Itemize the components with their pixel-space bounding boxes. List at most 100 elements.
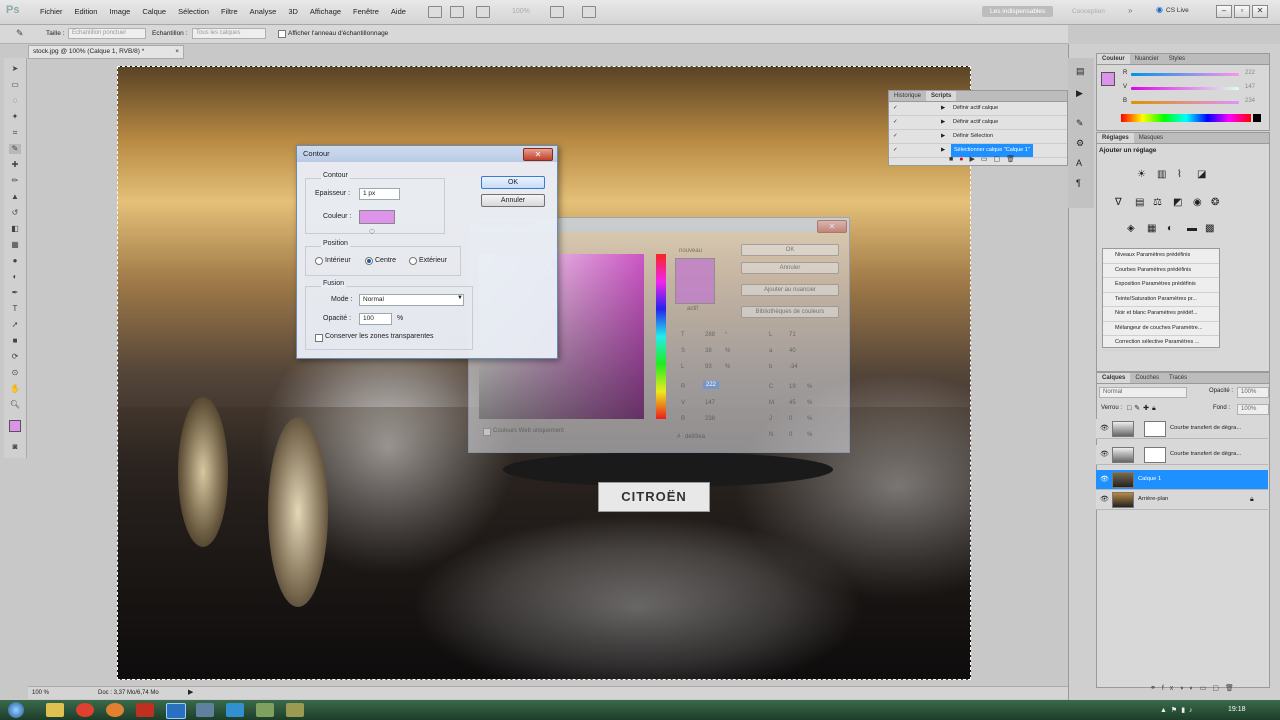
hue-saturation-icon[interactable]: ▤ — [1135, 197, 1144, 208]
layer-row[interactable]: 👁︎ Courbe transfert de dégra... — [1096, 419, 1268, 439]
black-white-icon[interactable]: ◩ — [1173, 197, 1182, 208]
selective-color-icon[interactable]: ▩ — [1205, 223, 1214, 234]
zoom-tool-icon[interactable]: 🔍︎ — [9, 400, 21, 410]
layer-name[interactable]: Courbe transfert de dégra... — [1170, 419, 1241, 438]
document-close-icon[interactable]: × — [175, 46, 179, 58]
tab-layers[interactable]: Calques — [1097, 373, 1131, 383]
action-expand-icon[interactable]: ▶ — [941, 130, 945, 143]
shape-tool-icon[interactable]: ■ — [9, 336, 21, 346]
app4-taskbar-icon[interactable] — [286, 703, 304, 717]
tab-styles[interactable]: Styles — [1164, 54, 1190, 64]
sample-size-select[interactable]: Echantillon ponctuel — [68, 28, 146, 39]
quick-select-tool-icon[interactable]: ✦ — [9, 112, 21, 122]
close-icon[interactable]: ✕ — [1252, 5, 1268, 18]
position-center-radio[interactable] — [365, 257, 373, 265]
posterize-icon[interactable]: ▦ — [1147, 223, 1156, 234]
hex-value[interactable]: de93ea — [685, 434, 705, 440]
crop-tool-icon[interactable]: ⌗ — [9, 128, 21, 138]
zoom-readout[interactable]: 100 % — [32, 687, 49, 699]
cs-live-button[interactable]: CS Live — [1166, 7, 1189, 14]
preset-selective-color[interactable]: Correction sélective Paramètres ... — [1103, 336, 1219, 351]
status-menu-arrow-icon[interactable]: ▶ — [188, 687, 193, 699]
3d-rotate-icon[interactable]: ⟳ — [9, 352, 21, 362]
layer-visibility-eye-icon[interactable]: 👁︎ — [1100, 419, 1109, 438]
start-button-icon[interactable] — [8, 702, 24, 718]
cyan-value[interactable]: 19 — [789, 384, 796, 390]
layer-row[interactable]: 👁︎ Arrière-plan 🔒︎ — [1096, 490, 1268, 510]
maximize-icon[interactable]: ▫ — [1234, 5, 1250, 18]
action-expand-icon[interactable]: ▶ — [941, 102, 945, 115]
system-tray-icons[interactable]: ▲⚑▮♪ — [1160, 706, 1197, 714]
stroke-color-swatch[interactable] — [359, 210, 395, 224]
move-tool-icon[interactable]: ➤ — [9, 64, 21, 74]
action-check-icon[interactable]: ✓ — [893, 144, 898, 157]
history-panel-icon[interactable]: ▤ — [1076, 66, 1085, 77]
preset-levels[interactable]: Niveaux Paramètres prédéfinis — [1103, 249, 1219, 264]
workspace-more-icon[interactable]: » — [1128, 6, 1132, 15]
menu-file[interactable]: Fichier — [34, 7, 69, 16]
3d-camera-icon[interactable]: ⊙ — [9, 368, 21, 378]
yellow-value[interactable]: 0 — [789, 416, 792, 422]
menu-help[interactable]: Aide — [385, 7, 412, 16]
gradient-tool-icon[interactable]: ▦ — [9, 240, 21, 250]
preset-black-white[interactable]: Noir et blanc Paramètres prédéf... — [1103, 307, 1219, 322]
hand-tool-icon[interactable]: ✋ — [9, 384, 21, 394]
black-value[interactable]: 0 — [789, 432, 792, 438]
lab-l-value[interactable]: 71 — [789, 332, 796, 338]
color-r-slider[interactable] — [1131, 73, 1239, 76]
vibrance-icon[interactable]: ∇ — [1115, 197, 1122, 208]
tab-channels[interactable]: Couches — [1130, 373, 1164, 383]
brightness-value[interactable]: 93 — [705, 364, 712, 370]
blue-value[interactable]: 238 — [705, 416, 715, 422]
action-check-icon[interactable]: ✓ — [893, 130, 898, 143]
layers-footer-icons[interactable]: ⚭fx◑◐▭▢🗑︎ — [1096, 684, 1268, 696]
tab-actions[interactable]: Scripts — [926, 91, 957, 101]
layer-visibility-eye-icon[interactable]: 👁︎ — [1100, 470, 1109, 489]
red-value[interactable]: 222 — [703, 381, 720, 389]
cs-live-icon[interactable]: ◉ — [1156, 5, 1163, 14]
lasso-tool-icon[interactable]: ◌ — [9, 96, 21, 106]
dodge-tool-icon[interactable]: ◐ — [9, 272, 21, 282]
minimize-icon[interactable]: – — [1216, 5, 1232, 18]
eyedropper-tool-icon[interactable]: ✎ — [16, 28, 24, 39]
color-g-slider[interactable] — [1131, 87, 1239, 90]
action-step[interactable]: ✓ ▶ Définir actif calque — [889, 102, 1067, 116]
preset-exposure[interactable]: Exposition Paramètres prédéfinis — [1103, 278, 1219, 293]
color-b-slider[interactable] — [1131, 101, 1239, 104]
show-ring-checkbox[interactable] — [278, 30, 286, 38]
stroke-cancel-button[interactable]: Annuler — [481, 194, 545, 207]
color-libraries-button[interactable]: Bibliothèques de couleurs — [741, 306, 839, 318]
blend-mode-select[interactable]: Normal — [359, 294, 464, 306]
tab-history[interactable]: Historique — [889, 91, 926, 101]
tab-swatches[interactable]: Nuancier — [1130, 54, 1164, 64]
preserve-transparency-checkbox[interactable] — [315, 334, 323, 342]
document-tab[interactable]: stock.jpg @ 100% (Calque 1, RVB/8) * × — [28, 45, 184, 59]
color-r-value[interactable]: 222 — [1245, 70, 1255, 76]
clone-source-icon[interactable]: ⚙ — [1076, 138, 1084, 149]
levels-icon[interactable]: ▥ — [1157, 169, 1166, 180]
layer-name[interactable]: Calque 1 — [1138, 470, 1161, 489]
action-expand-icon[interactable]: ▶ — [941, 116, 945, 129]
app-taskbar-icon[interactable] — [136, 703, 154, 717]
brush-tool-icon[interactable]: ✏ — [9, 176, 21, 186]
mini-bridge-icon[interactable] — [450, 6, 464, 18]
tab-paths[interactable]: Tracés — [1164, 373, 1192, 383]
menu-analysis[interactable]: Analyse — [244, 7, 283, 16]
color-black-swatch[interactable] — [1253, 114, 1261, 122]
tab-masks[interactable]: Masques — [1134, 133, 1168, 143]
eyedropper-icon[interactable]: ✎ — [9, 144, 21, 154]
saturation-value[interactable]: 38 — [705, 348, 712, 354]
position-inside-radio[interactable] — [315, 257, 323, 265]
menu-edit[interactable]: Edition — [69, 7, 104, 16]
add-to-swatches-button[interactable]: Ajouter au nuancier — [741, 284, 839, 296]
menu-select[interactable]: Sélection — [172, 7, 215, 16]
menu-window[interactable]: Fenêtre — [347, 7, 385, 16]
chrome-taskbar-icon[interactable] — [76, 703, 94, 717]
magenta-value[interactable]: 45 — [789, 400, 796, 406]
color-balance-icon[interactable]: ⚖ — [1153, 197, 1162, 208]
clone-stamp-icon[interactable]: ▲ — [9, 192, 21, 202]
threshold-icon[interactable]: ◐ — [1167, 223, 1173, 234]
green-value[interactable]: 147 — [705, 400, 715, 406]
workspace-essentials-button[interactable]: Les indispensables — [982, 6, 1054, 17]
exposure-icon[interactable]: ◪ — [1197, 169, 1206, 180]
